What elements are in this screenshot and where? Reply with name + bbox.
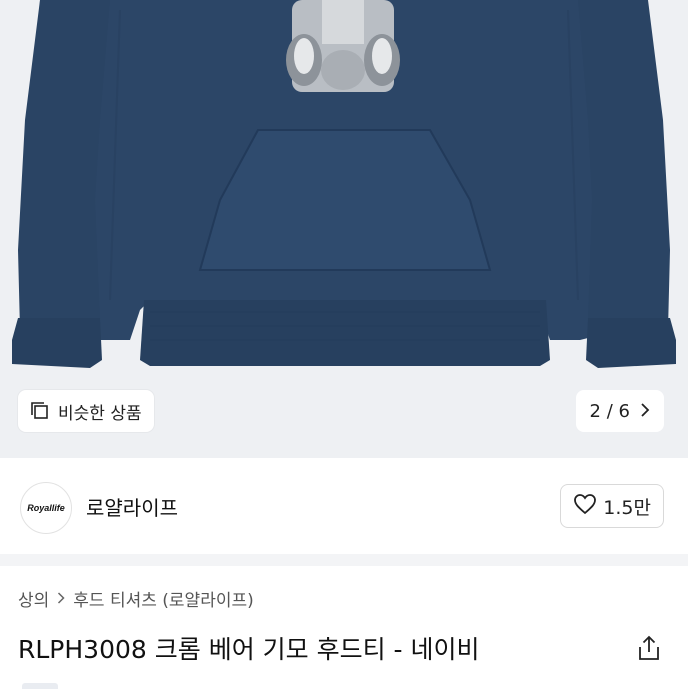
- image-pager[interactable]: 2 / 6: [575, 390, 664, 432]
- pager-separator: /: [606, 400, 613, 422]
- product-title: RLPH3008 크롬 베어 기모 후드티 - 네이비: [18, 635, 480, 664]
- seller-logo-text: Royallife: [27, 503, 65, 513]
- breadcrumb-item-subcategory[interactable]: 후드 티셔츠 (로얄라이프): [73, 586, 253, 611]
- chevron-right-icon: [57, 589, 65, 608]
- share-button[interactable]: [636, 634, 662, 662]
- similar-products-button[interactable]: 비슷한 상품: [18, 390, 154, 432]
- chevron-right-icon: [640, 401, 650, 422]
- pager-text: 2 / 6: [590, 401, 630, 422]
- pager-total: 6: [618, 400, 630, 422]
- section-divider: [0, 554, 688, 566]
- heart-icon: [573, 493, 597, 520]
- partial-tag: [22, 683, 58, 689]
- pager-current: 2: [589, 400, 601, 422]
- breadcrumb-item-category[interactable]: 상의: [18, 586, 49, 611]
- share-icon: [639, 635, 659, 660]
- like-button[interactable]: 1.5만: [560, 484, 664, 528]
- seller-avatar[interactable]: Royallife: [20, 482, 72, 534]
- like-count: 1.5만: [603, 496, 651, 519]
- breadcrumb: 상의 후드 티셔츠 (로얄라이프): [18, 586, 254, 611]
- similar-products-label: 비슷한 상품: [58, 403, 142, 424]
- similar-products-icon: [30, 401, 50, 421]
- chrome-bear-graphic: [286, 0, 400, 92]
- seller-name[interactable]: 로얄라이프: [86, 492, 178, 521]
